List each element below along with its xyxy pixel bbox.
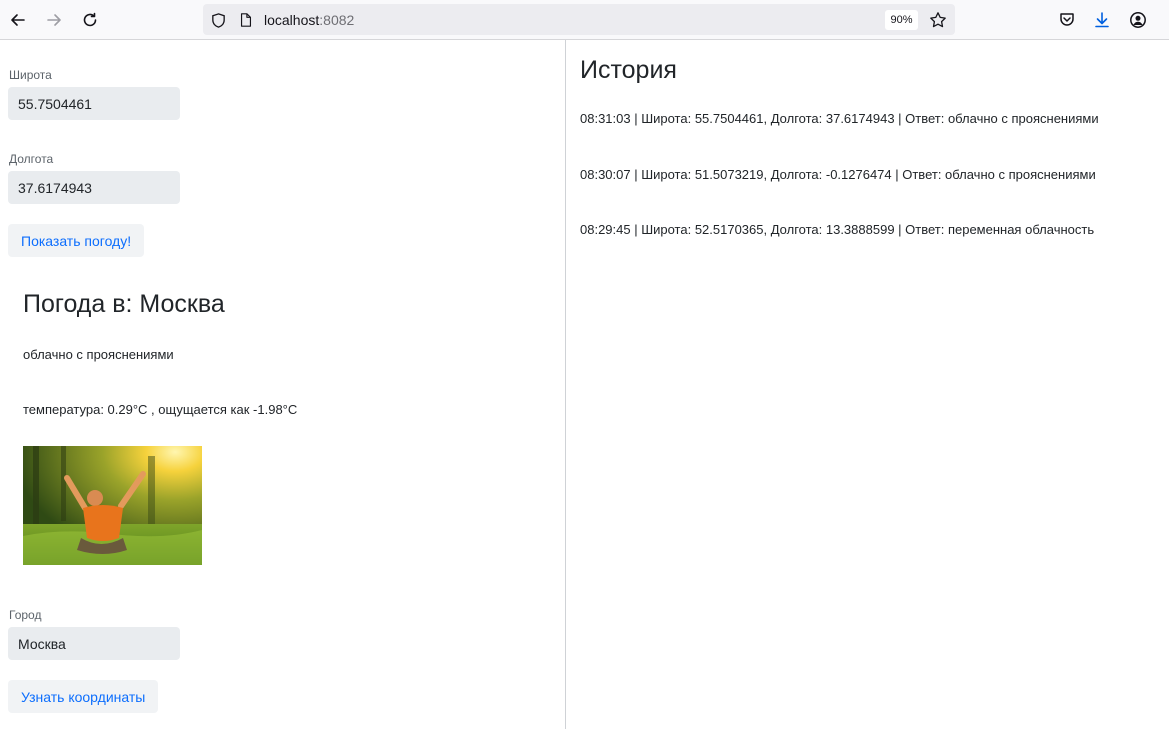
url-text[interactable]: localhost:8082 xyxy=(264,12,354,28)
history-title: История xyxy=(580,56,677,84)
show-weather-button[interactable]: Показать погоду! xyxy=(8,224,145,257)
account-icon xyxy=(1130,12,1146,28)
reload-button[interactable] xyxy=(78,8,102,32)
city-label: Город xyxy=(9,608,42,622)
back-arrow-icon xyxy=(11,14,25,26)
forward-arrow-icon xyxy=(47,14,61,26)
history-item: 08:29:45 | Широта: 52.5170365, Долгота: … xyxy=(580,222,1095,237)
browser-toolbar: localhost:8082 90% xyxy=(0,0,1169,40)
url-port: :8082 xyxy=(319,12,355,28)
download-icon xyxy=(1095,12,1109,28)
forward-button[interactable] xyxy=(42,8,66,32)
reload-icon xyxy=(83,12,97,27)
downloads-button[interactable] xyxy=(1090,8,1114,32)
zoom-badge[interactable]: 90% xyxy=(885,10,918,30)
column-divider xyxy=(565,40,566,729)
url-host: localhost xyxy=(264,12,320,28)
longitude-label: Долгота xyxy=(9,152,54,166)
latitude-input[interactable]: 55.7504461 xyxy=(8,87,180,120)
page-content: Широта 55.7504461 Долгота 37.6174943 Пок… xyxy=(0,40,1169,729)
address-bar[interactable]: localhost:8082 90% xyxy=(203,4,955,35)
latitude-label: Широта xyxy=(9,68,52,82)
weather-photo xyxy=(23,446,202,565)
bookmark-star-icon[interactable] xyxy=(928,10,948,30)
weather-temperature: температура: 0.29°C , ощущается как -1.9… xyxy=(23,402,298,417)
weather-description: облачно с прояснениями xyxy=(23,347,174,362)
weather-title: Погода в: Москва xyxy=(23,290,225,318)
history-item: 08:30:07 | Широта: 51.5073219, Долгота: … xyxy=(580,167,1096,182)
pocket-button[interactable] xyxy=(1055,8,1079,32)
city-input[interactable]: Москва xyxy=(8,627,180,660)
back-button[interactable] xyxy=(6,8,30,32)
pocket-icon xyxy=(1060,13,1074,26)
longitude-input[interactable]: 37.6174943 xyxy=(8,171,180,204)
history-item: 08:31:03 | Широта: 55.7504461, Долгота: … xyxy=(580,111,1099,126)
get-coordinates-button[interactable]: Узнать координаты xyxy=(8,680,159,713)
shield-icon[interactable] xyxy=(208,10,228,30)
page-icon[interactable] xyxy=(236,10,256,30)
account-button[interactable] xyxy=(1126,8,1150,32)
